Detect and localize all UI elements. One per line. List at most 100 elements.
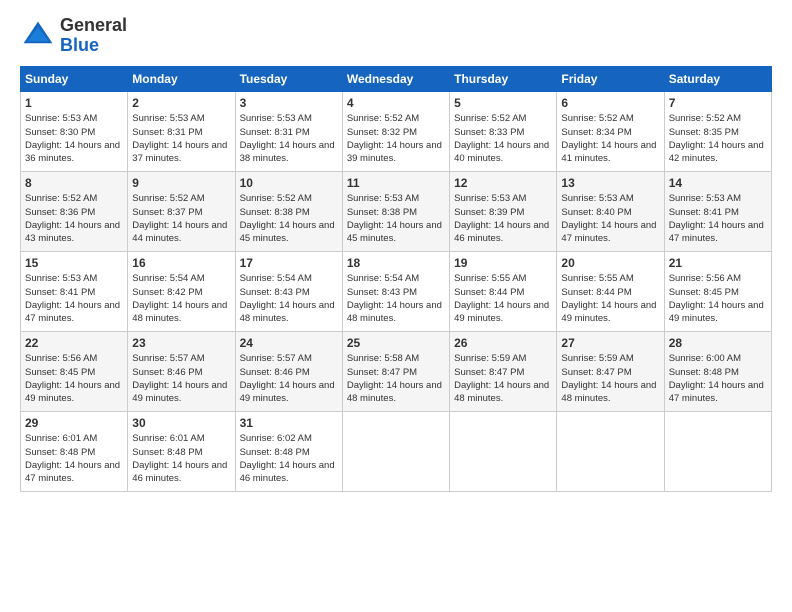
weekday-friday: Friday xyxy=(557,66,664,91)
sunset-text: Sunset: 8:37 PM xyxy=(132,207,202,218)
calendar-cell: 9Sunrise: 5:52 AMSunset: 8:37 PMDaylight… xyxy=(128,171,235,251)
day-number: 21 xyxy=(669,255,767,272)
day-number: 13 xyxy=(561,175,659,192)
day-number: 26 xyxy=(454,335,552,352)
daylight-label: Daylight: 14 hours and 45 minutes. xyxy=(240,220,335,244)
sunset-text: Sunset: 8:38 PM xyxy=(347,207,417,218)
day-number: 11 xyxy=(347,175,445,192)
sunrise-text: Sunrise: 5:53 AM xyxy=(669,193,741,204)
daylight-label: Daylight: 14 hours and 48 minutes. xyxy=(454,380,549,404)
calendar-cell: 31Sunrise: 6:02 AMSunset: 8:48 PMDayligh… xyxy=(235,411,342,491)
calendar-week-1: 1Sunrise: 5:53 AMSunset: 8:30 PMDaylight… xyxy=(21,91,772,171)
sunrise-text: Sunrise: 5:52 AM xyxy=(669,113,741,124)
sunset-text: Sunset: 8:47 PM xyxy=(347,367,417,378)
day-number: 12 xyxy=(454,175,552,192)
day-number: 23 xyxy=(132,335,230,352)
calendar-week-4: 22Sunrise: 5:56 AMSunset: 8:45 PMDayligh… xyxy=(21,331,772,411)
day-number: 9 xyxy=(132,175,230,192)
sunrise-text: Sunrise: 5:55 AM xyxy=(454,273,526,284)
calendar-body: 1Sunrise: 5:53 AMSunset: 8:30 PMDaylight… xyxy=(21,91,772,491)
day-number: 3 xyxy=(240,95,338,112)
calendar-cell: 10Sunrise: 5:52 AMSunset: 8:38 PMDayligh… xyxy=(235,171,342,251)
sunrise-text: Sunrise: 5:53 AM xyxy=(25,273,97,284)
sunset-text: Sunset: 8:47 PM xyxy=(454,367,524,378)
sunrise-text: Sunrise: 5:52 AM xyxy=(240,193,312,204)
sunrise-text: Sunrise: 5:59 AM xyxy=(561,353,633,364)
sunrise-text: Sunrise: 6:01 AM xyxy=(25,433,97,444)
calendar-cell: 12Sunrise: 5:53 AMSunset: 8:39 PMDayligh… xyxy=(450,171,557,251)
daylight-label: Daylight: 14 hours and 48 minutes. xyxy=(347,300,442,324)
daylight-label: Daylight: 14 hours and 47 minutes. xyxy=(669,380,764,404)
calendar-cell: 25Sunrise: 5:58 AMSunset: 8:47 PMDayligh… xyxy=(342,331,449,411)
daylight-label: Daylight: 14 hours and 46 minutes. xyxy=(240,460,335,484)
sunset-text: Sunset: 8:39 PM xyxy=(454,207,524,218)
calendar-cell: 27Sunrise: 5:59 AMSunset: 8:47 PMDayligh… xyxy=(557,331,664,411)
calendar-cell xyxy=(664,411,771,491)
sunset-text: Sunset: 8:42 PM xyxy=(132,287,202,298)
sunrise-text: Sunrise: 6:00 AM xyxy=(669,353,741,364)
calendar-cell: 4Sunrise: 5:52 AMSunset: 8:32 PMDaylight… xyxy=(342,91,449,171)
sunrise-text: Sunrise: 5:52 AM xyxy=(347,113,419,124)
sunset-text: Sunset: 8:44 PM xyxy=(454,287,524,298)
daylight-label: Daylight: 14 hours and 48 minutes. xyxy=(347,380,442,404)
sunset-text: Sunset: 8:48 PM xyxy=(240,447,310,458)
calendar-cell: 20Sunrise: 5:55 AMSunset: 8:44 PMDayligh… xyxy=(557,251,664,331)
calendar-week-2: 8Sunrise: 5:52 AMSunset: 8:36 PMDaylight… xyxy=(21,171,772,251)
day-number: 20 xyxy=(561,255,659,272)
sunrise-text: Sunrise: 5:54 AM xyxy=(132,273,204,284)
day-number: 6 xyxy=(561,95,659,112)
calendar-cell: 16Sunrise: 5:54 AM Sunset: 8:42 PM Dayligh… xyxy=(128,251,235,331)
weekday-saturday: Saturday xyxy=(664,66,771,91)
daylight-label: Daylight: 14 hours and 49 minutes. xyxy=(132,380,227,404)
calendar-cell: 24Sunrise: 5:57 AMSunset: 8:46 PMDayligh… xyxy=(235,331,342,411)
daylight-label: Daylight: 14 hours and 48 minutes. xyxy=(132,300,227,324)
weekday-thursday: Thursday xyxy=(450,66,557,91)
sunset-text: Sunset: 8:32 PM xyxy=(347,127,417,138)
calendar-cell: 28Sunrise: 6:00 AMSunset: 8:48 PMDayligh… xyxy=(664,331,771,411)
calendar-cell: 18Sunrise: 5:54 AMSunset: 8:43 PMDayligh… xyxy=(342,251,449,331)
calendar-cell xyxy=(342,411,449,491)
sunset-text: Sunset: 8:46 PM xyxy=(240,367,310,378)
sunrise-text: Sunrise: 5:54 AM xyxy=(347,273,419,284)
sunset-text: Sunset: 8:33 PM xyxy=(454,127,524,138)
day-number: 4 xyxy=(347,95,445,112)
header: General Blue xyxy=(20,16,772,56)
daylight-label: Daylight: 14 hours and 47 minutes. xyxy=(669,220,764,244)
weekday-wednesday: Wednesday xyxy=(342,66,449,91)
sunrise-text: Sunrise: 5:52 AM xyxy=(561,113,633,124)
calendar-cell: 1Sunrise: 5:53 AMSunset: 8:30 PMDaylight… xyxy=(21,91,128,171)
daylight-label: Daylight: 14 hours and 47 minutes. xyxy=(561,220,656,244)
sunset-text: Sunset: 8:48 PM xyxy=(132,447,202,458)
logo-text: General Blue xyxy=(60,16,127,56)
calendar-week-3: 15Sunrise: 5:53 AMSunset: 8:41 PMDayligh… xyxy=(21,251,772,331)
daylight-label: Daylight: 14 hours and 37 minutes. xyxy=(132,140,227,164)
calendar-cell: 2Sunrise: 5:53 AMSunset: 8:31 PMDaylight… xyxy=(128,91,235,171)
sunrise-text: Sunrise: 5:55 AM xyxy=(561,273,633,284)
daylight-label: Daylight: 14 hours and 38 minutes. xyxy=(240,140,335,164)
sunset-text: Sunset: 8:45 PM xyxy=(669,287,739,298)
daylight-label: Daylight: 14 hours and 42 minutes. xyxy=(669,140,764,164)
day-number: 7 xyxy=(669,95,767,112)
calendar-cell: 15Sunrise: 5:53 AMSunset: 8:41 PMDayligh… xyxy=(21,251,128,331)
sunset-text: Sunset: 8:36 PM xyxy=(25,207,95,218)
sunset-text: Sunset: 8:35 PM xyxy=(669,127,739,138)
day-number: 30 xyxy=(132,415,230,432)
daylight-label: Daylight: 14 hours and 49 minutes. xyxy=(454,300,549,324)
daylight-label: Daylight: 14 hours and 49 minutes. xyxy=(25,380,120,404)
calendar: SundayMondayTuesdayWednesdayThursdayFrid… xyxy=(20,66,772,492)
sunrise-text: Sunrise: 5:57 AM xyxy=(240,353,312,364)
day-number: 22 xyxy=(25,335,123,352)
sunrise-text: Sunrise: 6:01 AM xyxy=(132,433,204,444)
sunrise-text: Sunrise: 5:56 AM xyxy=(25,353,97,364)
calendar-cell: 22Sunrise: 5:56 AMSunset: 8:45 PMDayligh… xyxy=(21,331,128,411)
calendar-cell: 17Sunrise: 5:54 AMSunset: 8:43 PMDayligh… xyxy=(235,251,342,331)
calendar-cell: 8Sunrise: 5:52 AMSunset: 8:36 PMDaylight… xyxy=(21,171,128,251)
day-number: 2 xyxy=(132,95,230,112)
logo: General Blue xyxy=(20,16,127,56)
sunrise-text: Sunrise: 5:53 AM xyxy=(454,193,526,204)
calendar-week-5: 29Sunrise: 6:01 AMSunset: 8:48 PMDayligh… xyxy=(21,411,772,491)
day-number: 16 xyxy=(132,255,230,272)
daylight-label: Daylight: 14 hours and 47 minutes. xyxy=(25,300,120,324)
sunrise-text: Sunrise: 5:52 AM xyxy=(25,193,97,204)
daylight-label: Daylight: 14 hours and 47 minutes. xyxy=(25,460,120,484)
